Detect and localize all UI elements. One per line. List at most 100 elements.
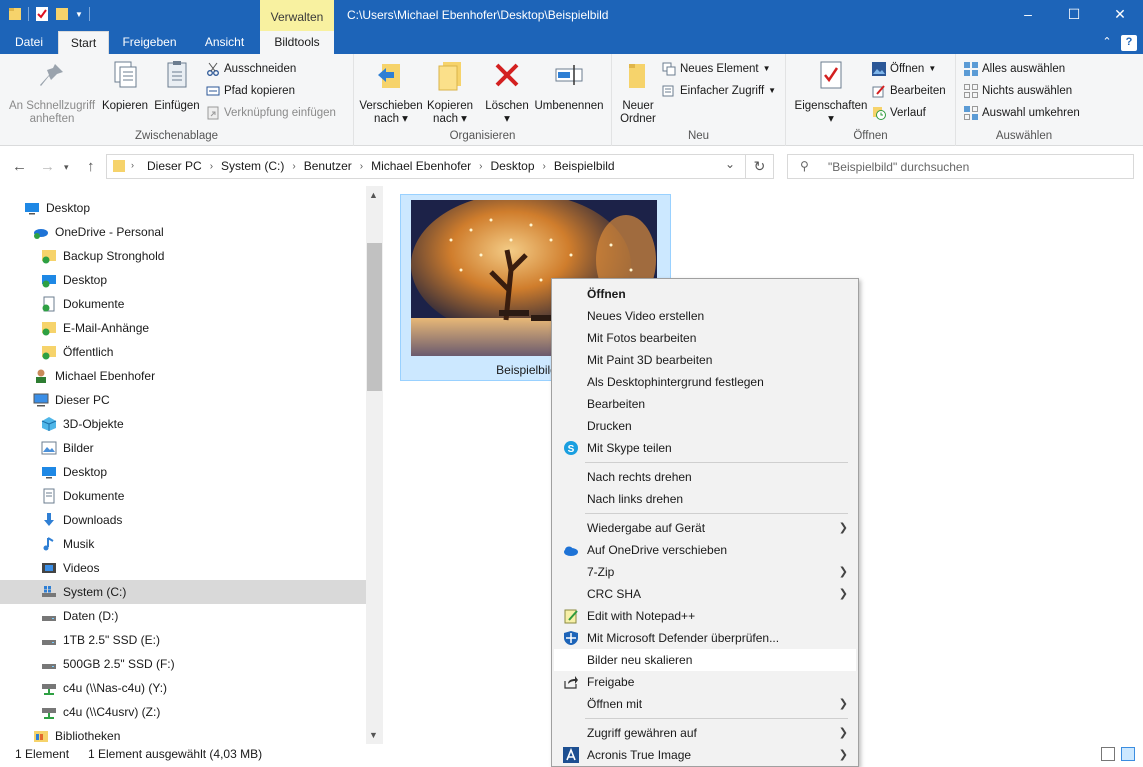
tree-item-desktop[interactable]: Desktop: [0, 196, 366, 220]
menu-item-print[interactable]: Drucken: [554, 415, 856, 437]
breadcrumb-item[interactable]: Beispielbild: [554, 159, 615, 173]
menu-item-set-wallpaper[interactable]: Als Desktophintergrund festlegen: [554, 371, 856, 393]
up-arrow-icon[interactable]: ↑: [87, 158, 95, 175]
menu-item-cast-to-device[interactable]: Wiedergabe auf Gerät ❯: [554, 517, 856, 539]
pin-quick-access-button[interactable]: An Schnellzugriff anheften: [4, 58, 100, 126]
menu-item-open[interactable]: Öffnen: [554, 283, 856, 305]
tree-item-dieser-pc[interactable]: Dieser PC: [0, 388, 366, 412]
edit-button[interactable]: Bearbeiten: [872, 81, 946, 101]
open-button[interactable]: Öffnen ▼: [872, 59, 936, 79]
scroll-down-icon[interactable]: ▼: [369, 730, 378, 740]
select-all-button[interactable]: Alles auswählen: [964, 59, 1065, 79]
tree-item-pc-desktop[interactable]: Desktop: [0, 460, 366, 484]
address-bar[interactable]: › Dieser PC › System (C:) › Benutzer › Mich…: [106, 154, 774, 179]
chevron-down-icon[interactable]: ⌄: [725, 157, 735, 171]
menu-item-acronis[interactable]: Acronis True Image ❯: [554, 744, 856, 766]
forward-arrow-icon[interactable]: →: [40, 158, 55, 175]
tree-item-onedrive-dokumente[interactable]: Dokumente: [0, 292, 366, 316]
menu-item-resize-images[interactable]: Bilder neu skalieren: [554, 649, 856, 671]
delete-button[interactable]: Löschen ▾: [482, 58, 532, 126]
menu-item-rotate-left[interactable]: Nach links drehen: [554, 488, 856, 510]
tree-item-ssd-e[interactable]: 1TB 2.5" SSD (E:): [0, 628, 366, 652]
tree-item-bilder[interactable]: Bilder: [0, 436, 366, 460]
tree-item-musik[interactable]: Musik: [0, 532, 366, 556]
chevron-down-icon[interactable]: ▼: [75, 10, 83, 19]
scroll-up-icon[interactable]: ▲: [369, 190, 378, 200]
menu-item-share[interactable]: Freigabe: [554, 671, 856, 693]
menu-item-edit-photos[interactable]: Mit Fotos bearbeiten: [554, 327, 856, 349]
tree-item-pc-dokumente[interactable]: Dokumente: [0, 484, 366, 508]
breadcrumb-item[interactable]: System (C:): [221, 159, 284, 173]
breadcrumb-item[interactable]: Desktop: [491, 159, 535, 173]
tab-ansicht[interactable]: Ansicht: [190, 31, 259, 54]
menu-item-new-video[interactable]: Neues Video erstellen: [554, 305, 856, 327]
copy-to-button[interactable]: Kopieren nach ▾: [424, 58, 476, 126]
scrollbar-thumb[interactable]: [367, 243, 382, 391]
paste-shortcut-button[interactable]: Verknüpfung einfügen: [206, 103, 336, 123]
history-button[interactable]: Verlauf: [872, 103, 926, 123]
menu-item-notepadpp[interactable]: Edit with Notepad++: [554, 605, 856, 627]
breadcrumb-item[interactable]: Benutzer: [304, 159, 352, 173]
menu-item-rotate-right[interactable]: Nach rechts drehen: [554, 466, 856, 488]
tree-item-network-z[interactable]: c4u (\\C4usrv) (Z:): [0, 700, 366, 724]
tab-datei[interactable]: Datei: [0, 31, 58, 54]
copy-path-button[interactable]: Pfad kopieren: [206, 81, 295, 101]
properties-icon[interactable]: [35, 6, 49, 22]
help-icon[interactable]: ?: [1121, 35, 1137, 51]
menu-item-edit[interactable]: Bearbeiten: [554, 393, 856, 415]
folder-icon[interactable]: [8, 6, 22, 22]
menu-item-crc-sha[interactable]: CRC SHA ❯: [554, 583, 856, 605]
tree-item-daten-d[interactable]: Daten (D:): [0, 604, 366, 628]
search-input[interactable]: ⚲ "Beispielbild" durchsuchen: [787, 154, 1134, 179]
chevron-right-icon[interactable]: ›: [292, 161, 295, 172]
tree-item-3d-objekte[interactable]: 3D-Objekte: [0, 412, 366, 436]
minimize-button[interactable]: –: [1005, 0, 1051, 31]
menu-item-move-onedrive[interactable]: Auf OneDrive verschieben: [554, 539, 856, 561]
new-folder-button[interactable]: Neuer Ordner: [616, 58, 660, 126]
chevron-right-icon[interactable]: ›: [479, 161, 482, 172]
select-none-button[interactable]: Nichts auswählen: [964, 81, 1072, 101]
recent-locations-icon[interactable]: ▾: [64, 162, 69, 173]
tree-item-downloads[interactable]: Downloads: [0, 508, 366, 532]
new-folder-icon[interactable]: [55, 6, 69, 22]
back-arrow-icon[interactable]: ←: [12, 158, 27, 175]
menu-item-give-access[interactable]: Zugriff gewähren auf ❯: [554, 722, 856, 744]
properties-button[interactable]: Eigenschaften ▾: [790, 58, 872, 126]
easy-access-button[interactable]: Einfacher Zugriff ▼: [662, 81, 776, 101]
menu-item-edit-paint3d[interactable]: Mit Paint 3D bearbeiten: [554, 349, 856, 371]
tree-item-backup-stronghold[interactable]: Backup Stronghold: [0, 244, 366, 268]
tree-item-oeffentlich[interactable]: Öffentlich: [0, 340, 366, 364]
tree-item-system-c[interactable]: System (C:): [0, 580, 366, 604]
menu-item-defender-scan[interactable]: Mit Microsoft Defender überprüfen...: [554, 627, 856, 649]
breadcrumb-item[interactable]: Dieser PC: [147, 159, 202, 173]
details-view-icon[interactable]: [1101, 747, 1115, 761]
tab-start[interactable]: Start: [58, 31, 109, 54]
invert-selection-button[interactable]: Auswahl umkehren: [964, 103, 1080, 123]
tree-item-bibliotheken[interactable]: Bibliotheken: [0, 724, 366, 744]
tree-item-user-folder[interactable]: Michael Ebenhofer: [0, 364, 366, 388]
menu-item-skype-share[interactable]: S Mit Skype teilen: [554, 437, 856, 459]
move-to-button[interactable]: Verschieben nach ▾: [358, 58, 424, 126]
collapse-ribbon-icon[interactable]: ⌃: [1099, 35, 1115, 51]
tab-freigeben[interactable]: Freigeben: [109, 31, 190, 54]
menu-item-7zip[interactable]: 7-Zip ❯: [554, 561, 856, 583]
refresh-icon[interactable]: ↻: [745, 155, 773, 178]
close-button[interactable]: ✕: [1097, 0, 1143, 31]
tab-bildtools[interactable]: Bildtools: [260, 31, 334, 54]
tree-item-network-y[interactable]: c4u (\\Nas-c4u) (Y:): [0, 676, 366, 700]
new-item-button[interactable]: Neues Element ▼: [662, 59, 771, 79]
navigation-scrollbar[interactable]: ▲ ▼: [366, 186, 383, 744]
paste-button[interactable]: Einfügen: [152, 58, 202, 113]
copy-button[interactable]: Kopieren: [100, 58, 150, 113]
rename-button[interactable]: Umbenennen: [532, 58, 606, 113]
large-icons-view-icon[interactable]: [1121, 747, 1135, 761]
chevron-right-icon[interactable]: ›: [543, 161, 546, 172]
chevron-right-icon[interactable]: ›: [360, 161, 363, 172]
tree-item-onedrive[interactable]: OneDrive - Personal: [0, 220, 366, 244]
tree-item-videos[interactable]: Videos: [0, 556, 366, 580]
breadcrumb-item[interactable]: Michael Ebenhofer: [371, 159, 471, 173]
chevron-right-icon[interactable]: ›: [210, 161, 213, 172]
tree-item-ssd-f[interactable]: 500GB 2.5" SSD (F:): [0, 652, 366, 676]
tree-item-email-anhaenge[interactable]: E-Mail-Anhänge: [0, 316, 366, 340]
maximize-button[interactable]: ☐: [1051, 0, 1097, 31]
